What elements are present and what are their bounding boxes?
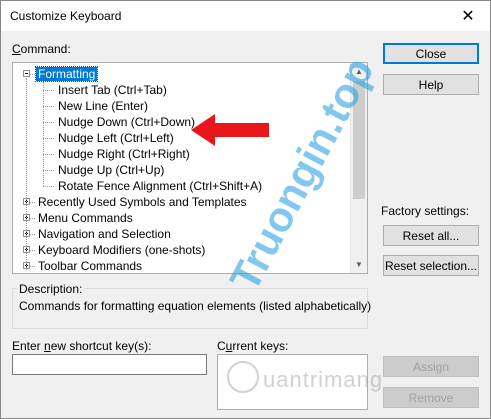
- title-bar: Customize Keyboard ✕: [1, 1, 490, 31]
- tree-command[interactable]: Rotate Fence Alignment (Ctrl+Shift+A): [56, 178, 264, 194]
- window-title: Customize Keyboard: [10, 9, 122, 23]
- tree-connector: [43, 122, 54, 123]
- scroll-up-icon[interactable]: ▲: [351, 63, 367, 80]
- tree-item-label: Nudge Up (Ctrl+Up): [58, 163, 165, 177]
- new-shortcut-input[interactable]: [12, 354, 207, 375]
- tree-connector: [26, 78, 27, 270]
- tree-command[interactable]: Nudge Down (Ctrl+Down): [56, 114, 197, 130]
- tree-connector: [43, 82, 44, 186]
- close-button[interactable]: Close: [383, 43, 479, 64]
- red-arrow-annotation: [191, 114, 269, 146]
- new-shortcut-label: Enter new shortcut key(s):: [12, 339, 152, 353]
- factory-settings-label: Factory settings:: [381, 204, 470, 218]
- tree-connector: [43, 170, 54, 171]
- command-tree-items: Formatting Insert Tab (Ctrl+Tab) New Line …: [13, 63, 350, 273]
- current-keys-list[interactable]: [217, 354, 368, 410]
- tree-item-label: Menu Commands: [38, 211, 133, 225]
- tree-connector: [43, 90, 54, 91]
- assign-button[interactable]: Assign: [383, 356, 479, 377]
- tree-category[interactable]: Menu Commands: [36, 210, 135, 226]
- tree-category[interactable]: Toolbar Commands: [36, 258, 144, 273]
- tree-item-label: Nudge Left (Ctrl+Left): [58, 131, 174, 145]
- tree-connector: [43, 106, 54, 107]
- tree-item-label: Formatting: [34, 66, 99, 82]
- tree-item-label: Rotate Fence Alignment (Ctrl+Shift+A): [58, 179, 263, 193]
- tree-command[interactable]: Insert Tab (Ctrl+Tab): [56, 82, 169, 98]
- tree-category[interactable]: Formatting: [34, 66, 99, 82]
- tree-item-label: Toolbar Commands: [38, 259, 143, 273]
- tree-command[interactable]: Nudge Right (Ctrl+Right): [56, 146, 192, 162]
- description-label: Description:: [17, 282, 85, 296]
- tree-item-label: Keyboard Modifiers (one-shots): [38, 243, 206, 257]
- tree-connector: [30, 266, 35, 267]
- collapse-icon[interactable]: [23, 70, 30, 77]
- command-label: Command:: [12, 42, 71, 56]
- tree-item-label: Navigation and Selection: [38, 227, 171, 241]
- tree-command[interactable]: New Line (Enter): [56, 98, 150, 114]
- customize-keyboard-dialog: Customize Keyboard ✕ Command: Formatting…: [0, 0, 491, 419]
- tree-connector: [43, 186, 54, 187]
- tree-scrollbar[interactable]: ▲ ▼: [350, 63, 367, 273]
- tree-command[interactable]: Nudge Up (Ctrl+Up): [56, 162, 166, 178]
- scroll-thumb[interactable]: [353, 81, 365, 199]
- tree-connector: [30, 218, 35, 219]
- help-button[interactable]: Help: [383, 74, 479, 95]
- tree-connector: [30, 74, 35, 75]
- tree-item-label: New Line (Enter): [58, 99, 149, 113]
- tree-category[interactable]: Keyboard Modifiers (one-shots): [36, 242, 207, 258]
- reset-all-button[interactable]: Reset all...: [383, 225, 479, 246]
- tree-category[interactable]: Navigation and Selection: [36, 226, 173, 242]
- tree-item-label: Nudge Right (Ctrl+Right): [58, 147, 190, 161]
- current-keys-label: Current keys:: [217, 339, 289, 353]
- tree-item-label: Nudge Down (Ctrl+Down): [58, 115, 196, 129]
- description-text: Commands for formatting equation element…: [19, 299, 372, 313]
- tree-item-label: Recently Used Symbols and Templates: [38, 195, 247, 209]
- tree-connector: [43, 138, 54, 139]
- remove-button[interactable]: Remove: [383, 387, 479, 408]
- tree-connector: [30, 202, 35, 203]
- close-icon[interactable]: ✕: [446, 1, 490, 31]
- tree-connector: [30, 250, 35, 251]
- tree-category[interactable]: Recently Used Symbols and Templates: [36, 194, 249, 210]
- tree-connector: [30, 234, 35, 235]
- command-tree[interactable]: Formatting Insert Tab (Ctrl+Tab) New Line …: [12, 62, 368, 274]
- tree-connector: [43, 154, 54, 155]
- tree-item-label: Insert Tab (Ctrl+Tab): [58, 83, 167, 97]
- scroll-down-icon[interactable]: ▼: [351, 256, 367, 273]
- reset-selection-button[interactable]: Reset selection...: [383, 255, 479, 276]
- tree-command[interactable]: Nudge Left (Ctrl+Left): [56, 130, 176, 146]
